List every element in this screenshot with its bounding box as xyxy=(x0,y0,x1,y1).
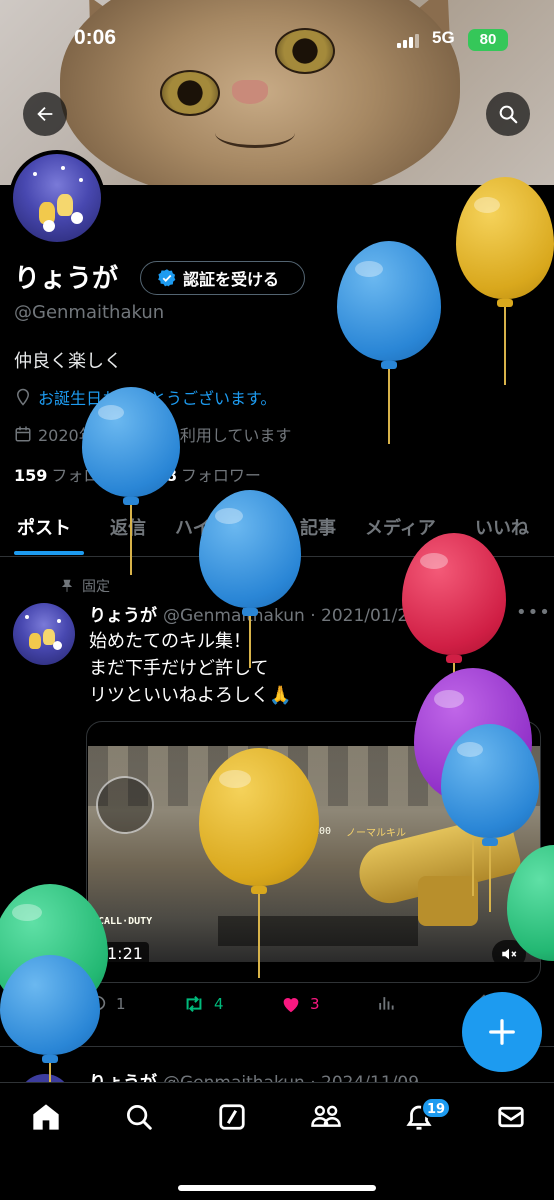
bottom-nav: 19 xyxy=(0,1082,554,1200)
communities-icon xyxy=(311,1105,341,1127)
views-button[interactable] xyxy=(376,993,396,1013)
signal-icon xyxy=(397,34,419,48)
grok-icon xyxy=(219,1104,245,1130)
back-arrow-icon xyxy=(37,106,53,122)
post-handle-date: @Genmaithakun · 2021/01/29 xyxy=(163,606,420,626)
video-frame: 100 ノーマルキル CALL·DUTY xyxy=(88,746,540,962)
search-icon xyxy=(499,105,518,124)
nav-search[interactable] xyxy=(122,1100,156,1134)
birthday-text[interactable]: お誕生日おめでとうございます。 xyxy=(38,385,276,409)
tab-articles[interactable]: 記事 xyxy=(300,514,336,540)
post-header: りょうが @Genmaithakun · 2021/01/29 xyxy=(89,601,419,626)
heart-icon xyxy=(283,998,299,1013)
home-icon xyxy=(33,1104,59,1130)
post-text: 始めたてのキル集！ まだ下手だけど許して リツといいねよろしく🙏 xyxy=(89,631,292,706)
pinned-label: 固定 xyxy=(82,579,110,595)
hud-kill-text: ノーマルキル xyxy=(346,828,406,839)
tab-likes[interactable]: いいね xyxy=(475,514,529,540)
home-indicator xyxy=(178,1185,376,1191)
profile-bio: 仲良く楽しく xyxy=(14,351,122,372)
active-tab-indicator xyxy=(14,551,84,555)
views-icon xyxy=(379,997,394,1010)
profile-tabs: ポスト 返信 ハイライト 記事 メディア いいね xyxy=(0,505,554,557)
profile-handle: @Genmaithakun xyxy=(14,302,165,323)
pinned-indicator: 固定 xyxy=(60,576,110,596)
repost-button[interactable]: 4 xyxy=(182,993,224,1015)
tab-posts[interactable]: ポスト xyxy=(17,514,71,540)
followers-link[interactable]: 158 フォロワー xyxy=(143,462,260,486)
post-more-button[interactable]: ••• xyxy=(516,602,551,623)
birthday-row: お誕生日おめでとうございます。 xyxy=(14,385,276,409)
calendar-icon xyxy=(15,426,31,442)
verified-badge-icon xyxy=(158,269,176,287)
repost-count: 4 xyxy=(214,995,224,1013)
get-verified-button[interactable]: 認証を受ける xyxy=(140,261,305,295)
balloon-red xyxy=(402,533,506,728)
joined-row: 2020年2月からXを利用しています xyxy=(14,422,291,446)
reply-count: 1 xyxy=(116,995,126,1013)
network-label: 5G xyxy=(432,28,455,47)
profile-avatar[interactable] xyxy=(9,150,105,246)
tab-media[interactable]: メディア xyxy=(365,514,436,540)
nav-communities[interactable] xyxy=(309,1100,343,1134)
status-bar: 0:06 5G 80 xyxy=(0,24,554,60)
get-verified-label: 認証を受ける xyxy=(183,270,280,289)
follow-stats: 159 フォロー中 158 フォロワー xyxy=(14,462,261,486)
display-name: りょうが xyxy=(14,264,119,294)
like-button[interactable]: 3 xyxy=(280,993,320,1015)
battery-icon: 80 xyxy=(468,29,508,51)
reply-button[interactable]: 1 xyxy=(86,993,126,1015)
edit-profile-button[interactable]: 編集 xyxy=(460,200,542,242)
nav-grok[interactable] xyxy=(215,1100,249,1134)
compose-button[interactable] xyxy=(462,992,542,1072)
like-count: 3 xyxy=(310,995,320,1013)
pin-icon xyxy=(61,579,73,592)
notifications-badge: 19 xyxy=(421,1097,452,1119)
search-button[interactable] xyxy=(486,92,530,136)
hud-logo: CALL·DUTY xyxy=(98,916,153,927)
nav-home[interactable] xyxy=(29,1100,63,1134)
search-icon xyxy=(127,1105,152,1130)
post-avatar[interactable] xyxy=(13,603,75,665)
balloon-blue-5 xyxy=(0,955,100,1085)
tab-replies[interactable]: 返信 xyxy=(110,514,146,540)
location-pin-icon xyxy=(16,388,30,406)
nav-messages[interactable] xyxy=(494,1100,528,1134)
balloon-blue-1 xyxy=(337,241,441,446)
hud-score: 100 xyxy=(313,826,332,837)
mute-button[interactable] xyxy=(492,940,526,968)
status-time: 0:06 xyxy=(74,26,117,49)
following-link[interactable]: 159 フォロー中 xyxy=(14,462,131,486)
post-video[interactable]: 100 ノーマルキル CALL·DUTY 1:21 xyxy=(86,721,541,983)
back-button[interactable] xyxy=(23,92,67,136)
tab-highlights[interactable]: ハイライト xyxy=(175,514,265,540)
reply-icon xyxy=(88,995,106,1014)
repost-icon xyxy=(186,995,202,1013)
plus-icon xyxy=(489,1019,515,1045)
post-author[interactable]: りょうが xyxy=(89,606,157,626)
mute-icon xyxy=(502,948,517,960)
minimap xyxy=(96,776,154,834)
mail-icon xyxy=(498,1106,524,1128)
joined-text: 2020年2月からXを利用しています xyxy=(38,426,292,445)
video-duration: 1:21 xyxy=(101,942,149,966)
